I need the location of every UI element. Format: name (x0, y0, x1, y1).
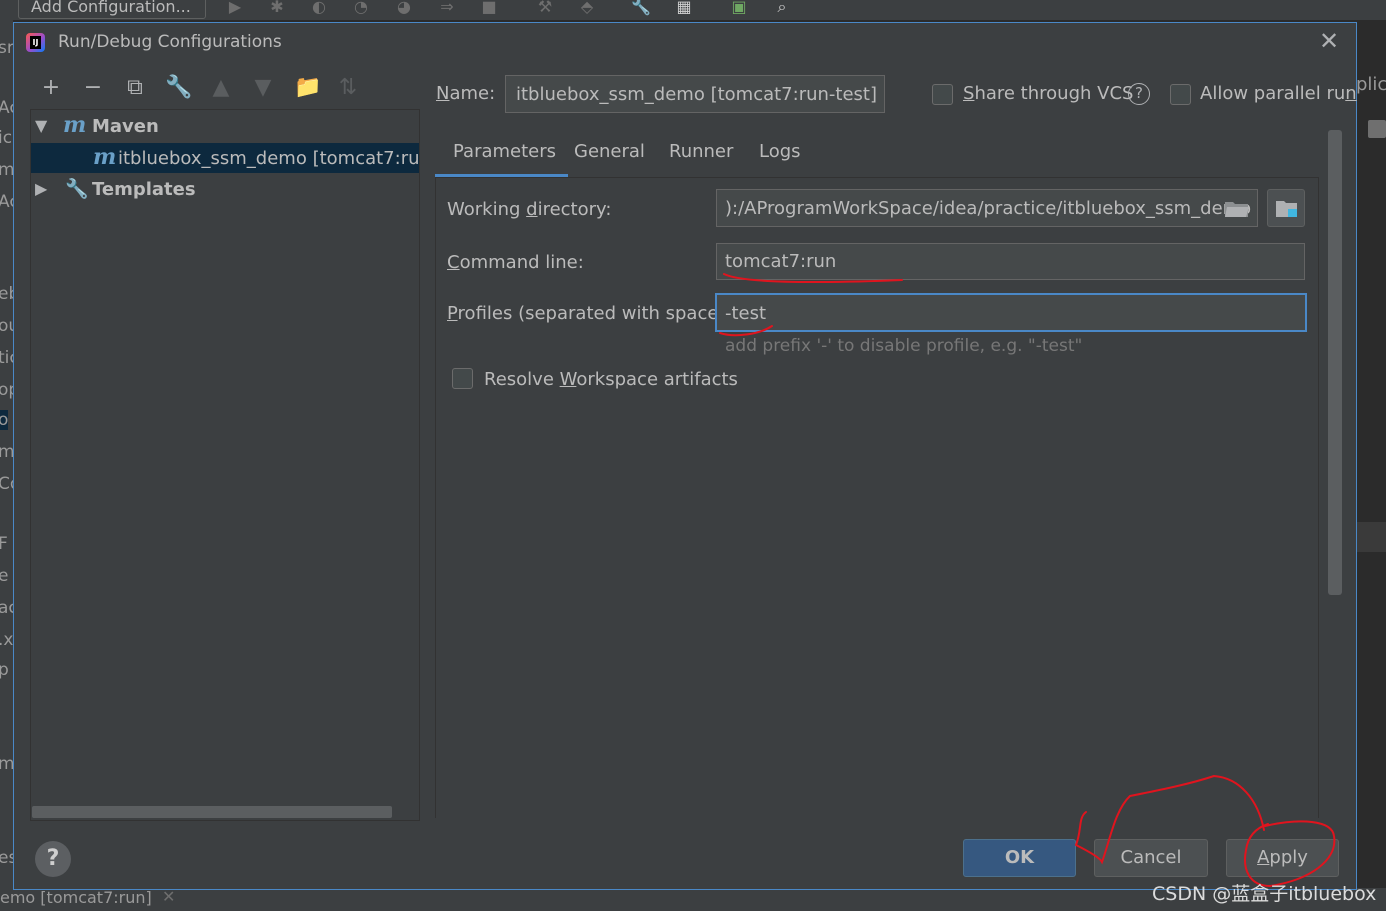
project-item-text: ic (0, 128, 13, 148)
dialog-title: Run/Debug Configurations (58, 32, 282, 52)
maven-icon: m (63, 112, 87, 138)
tree-item-maven[interactable]: ▼ m Maven (31, 110, 419, 142)
wrench-icon: 🔧 (65, 178, 89, 200)
project-structure-icon[interactable]: ▦ (673, 0, 695, 16)
profiles-label: Profiles (separated with space): (447, 303, 732, 324)
project-item-text: o (0, 410, 9, 430)
project-item-text: Co (0, 474, 13, 494)
build-icon[interactable]: ⚒ (534, 0, 556, 16)
tree-item-label: itbluebox_ssm_demo [tomcat7:run-test] (118, 148, 419, 169)
tree-item-label: Templates (92, 179, 196, 200)
project-item-text: ac (0, 598, 13, 618)
project-item-text: p (0, 660, 9, 680)
name-input[interactable]: itbluebox_ssm_demo [tomcat7:run-test] (505, 75, 885, 113)
project-item-text: m (0, 160, 13, 180)
project-item-text: sr (0, 38, 13, 58)
project-item-text: F (0, 534, 8, 554)
vertical-scrollbar[interactable] (1328, 130, 1342, 595)
project-item-text: tic (0, 348, 13, 368)
copy-icon[interactable]: ⧉ (122, 75, 148, 101)
wrench-icon[interactable]: 🔧 (630, 0, 652, 16)
terminal-icon[interactable]: ▣ (728, 0, 750, 16)
add-icon[interactable]: + (38, 75, 64, 101)
step-icon[interactable]: ⇒ (436, 0, 458, 16)
parallel-run-label[interactable]: Allow parallel run (1200, 83, 1357, 104)
coverage-icon[interactable]: ◐ (308, 0, 330, 16)
ide-project-panel: sr Ac ic m Ac eb ou tic op o m Co F e ac… (0, 20, 13, 890)
cancel-button[interactable]: Cancel (1094, 839, 1208, 877)
name-label: Name: (436, 83, 496, 104)
tab-parameters[interactable]: Parameters (453, 141, 556, 162)
sort-icon[interactable]: ⇅ (335, 75, 361, 101)
tree-item-label: Maven (92, 116, 159, 137)
project-item-text: m (0, 754, 13, 774)
tree-horizontal-scrollbar[interactable] (32, 806, 392, 818)
jsp-file-icon (1368, 120, 1386, 138)
stop-icon[interactable]: ■ (478, 0, 500, 16)
logo-text: IJ (30, 36, 41, 49)
profiles-hint: add prefix '-' to disable profile, e.g. … (725, 336, 1083, 356)
dialog-close-icon[interactable]: ✕ (1319, 27, 1339, 55)
apply-button[interactable]: Apply (1226, 839, 1339, 877)
intellij-logo-icon: IJ (26, 33, 45, 52)
resolve-workspace-checkbox[interactable] (452, 368, 473, 389)
project-item-text: op (0, 380, 13, 400)
project-item-text: Ac (0, 98, 13, 118)
wrench-icon[interactable]: 🔧 (165, 75, 192, 101)
search-icon[interactable]: ⌕ (771, 0, 793, 16)
debug-icon[interactable]: ✱ (266, 0, 288, 16)
tab-logs[interactable]: Logs (759, 141, 801, 162)
tree-item-selected-config[interactable]: m itbluebox_ssm_demo [tomcat7:run-test] (31, 143, 419, 173)
browse-folder-icon (1276, 201, 1297, 217)
working-directory-input[interactable]: ):/AProgramWorkSpace/idea/practice/itblu… (716, 189, 1258, 227)
project-item-text: m (0, 442, 13, 462)
new-folder-icon[interactable]: 📁 (294, 75, 321, 101)
tab-general[interactable]: General (574, 141, 645, 162)
resolve-workspace-label[interactable]: Resolve Workspace artifacts (484, 369, 738, 390)
folder-icon[interactable] (1224, 199, 1250, 219)
run-icon[interactable]: ▶ (224, 0, 246, 16)
editor-text: plica (1356, 74, 1386, 95)
help-button[interactable]: ? (35, 841, 71, 877)
ide-editor-edge (1356, 20, 1386, 890)
expand-arrow-icon[interactable]: ▼ (35, 116, 47, 135)
configuration-tree: ▼ m Maven m itbluebox_ssm_demo [tomcat7:… (30, 109, 420, 821)
profile-icon[interactable]: ◔ (350, 0, 372, 16)
parallel-run-checkbox[interactable] (1170, 84, 1191, 105)
module-icon[interactable]: ⬘ (576, 0, 598, 16)
ok-button[interactable]: OK (963, 839, 1076, 877)
working-directory-label: Working directory: (447, 199, 612, 220)
project-item-text: eb (0, 284, 13, 304)
move-down-icon[interactable]: ▼ (250, 75, 276, 101)
project-item-text: .x (0, 630, 13, 650)
remove-icon[interactable]: − (80, 75, 106, 101)
project-item-text: Ac (0, 192, 13, 212)
command-line-input[interactable]: tomcat7:run (716, 243, 1305, 280)
help-icon[interactable]: ? (1128, 83, 1150, 105)
add-configuration-button[interactable]: Add Configuration... (18, 0, 206, 19)
csdn-watermark: CSDN @蓝盒子itbluebox (1152, 883, 1377, 905)
run-concurrency-icon[interactable]: ◕ (393, 0, 415, 16)
maven-icon: m (93, 144, 117, 170)
project-item-text: e (0, 566, 9, 586)
tree-item-templates[interactable]: ▶ 🔧 Templates (31, 174, 419, 204)
project-item-text: ou (0, 316, 13, 336)
profiles-input[interactable]: -test (715, 293, 1307, 332)
run-debug-dialog: IJ Run/Debug Configurations ✕ + − ⧉ 🔧 ▲ … (13, 22, 1357, 890)
collapse-arrow-icon[interactable]: ▶ (35, 179, 47, 198)
share-vcs-label[interactable]: Share through VCS (963, 83, 1133, 104)
move-up-icon[interactable]: ▲ (208, 75, 234, 101)
editor-gutter (1356, 522, 1386, 552)
browse-button[interactable] (1267, 189, 1305, 227)
share-vcs-checkbox[interactable] (932, 84, 953, 105)
run-tab-label[interactable]: emo [tomcat7:run] (0, 888, 152, 907)
command-line-label: Command line: (447, 252, 584, 273)
project-item-text: es (0, 848, 13, 868)
tab-runner[interactable]: Runner (669, 141, 733, 162)
